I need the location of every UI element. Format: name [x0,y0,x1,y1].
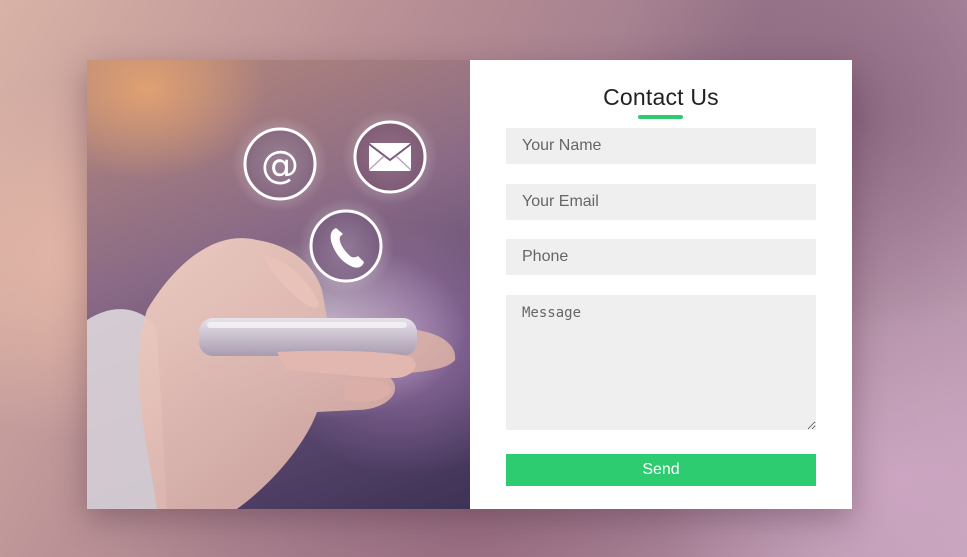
name-input[interactable] [506,128,816,164]
hand-holding-phone-illustration: @ [87,109,467,509]
phone-input[interactable] [506,239,816,275]
at-sign-icon: @ [243,127,317,201]
svg-text:@: @ [261,143,299,187]
contact-card: @ Contact Us Send [87,60,852,509]
contact-form-panel: Contact Us Send [470,60,852,509]
email-input[interactable] [506,184,816,220]
envelope-icon [353,120,427,194]
page-title: Contact Us [603,84,719,110]
title-underline [638,115,683,119]
send-button[interactable]: Send [506,454,816,486]
hero-image: @ [87,60,470,509]
phone-icon [309,209,383,283]
message-textarea[interactable] [506,295,816,430]
